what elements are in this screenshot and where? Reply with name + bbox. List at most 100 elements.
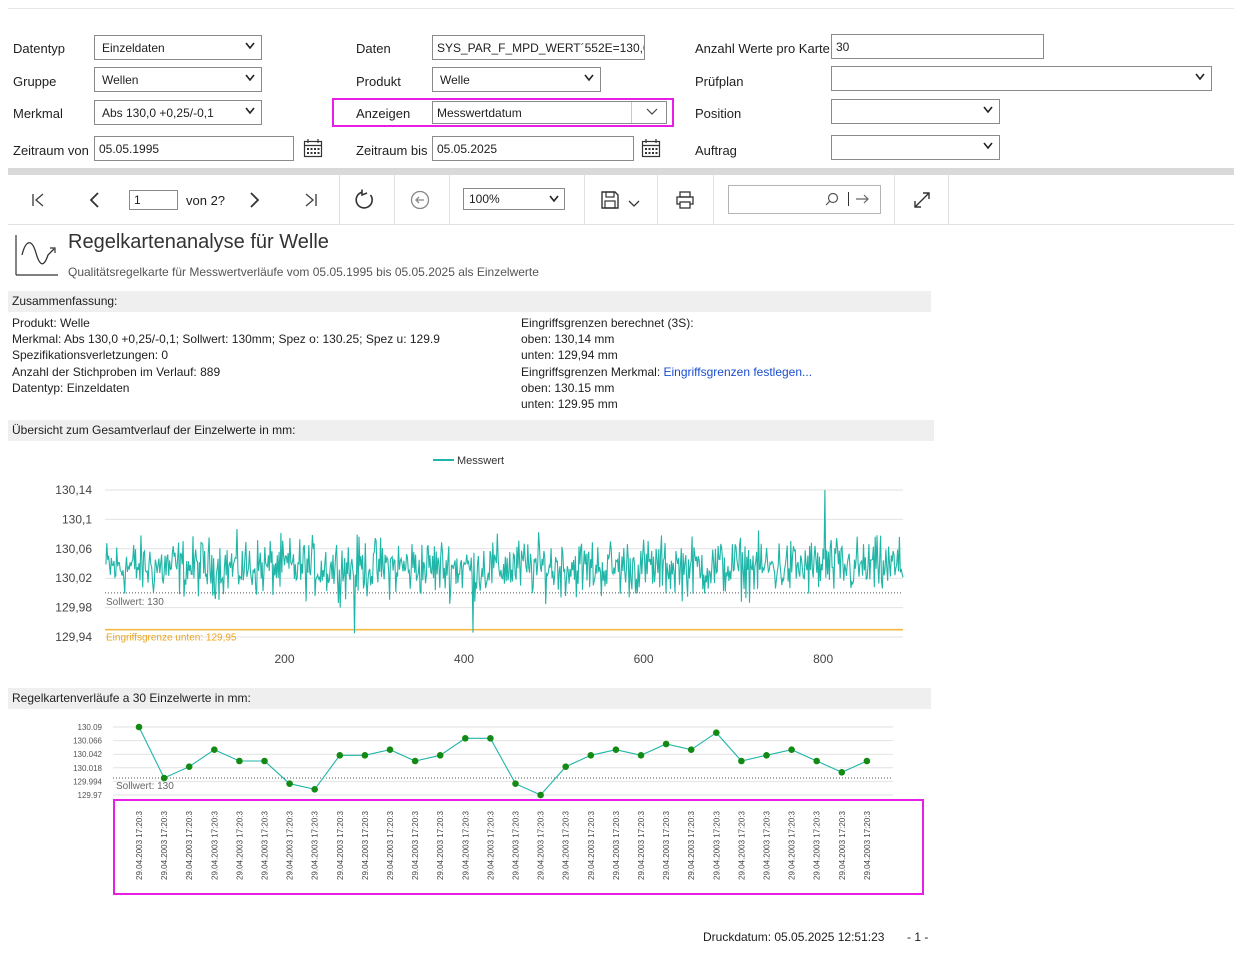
last-page-icon[interactable] (297, 186, 325, 214)
produkt-label: Produkt (356, 74, 401, 89)
toolbar-divider (894, 175, 895, 225)
data-point (336, 752, 344, 759)
position-label: Position (695, 106, 742, 121)
zoom-select[interactable]: 100% (463, 188, 565, 210)
data-point (763, 752, 770, 759)
zeitraum-von-input[interactable]: 05.05.1995 (94, 136, 294, 161)
summary-line: Datentyp: Einzeldaten (12, 380, 130, 395)
toolbar-divider (948, 175, 949, 225)
data-point (637, 752, 645, 759)
position-select[interactable] (831, 99, 1000, 124)
search-icon[interactable] (825, 192, 839, 209)
y-tick-label: 130,1 (62, 512, 92, 526)
y-tick-label: 130,02 (55, 571, 92, 585)
data-point (160, 774, 168, 782)
toolbar-divider (394, 175, 395, 225)
merkmal-value: Abs 130,0 +0,25/-0,1 (102, 106, 214, 120)
auftrag-select[interactable] (831, 135, 1000, 160)
toolbar-divider (713, 175, 714, 225)
zeitraum-bis-value: 05.05.2025 (437, 142, 498, 156)
gruppe-select[interactable]: Wellen (94, 67, 262, 92)
report-toolbar: 1 von 2? 100% (8, 175, 1234, 225)
filter-panel-divider (8, 168, 1234, 175)
fullscreen-icon[interactable] (908, 186, 936, 214)
produkt-value: Welle (440, 73, 470, 87)
chevron-down-icon (1195, 73, 1205, 82)
print-date: Druckdatum: 05.05.2025 12:51:23 (703, 930, 885, 944)
datentyp-value: Einzeldaten (102, 41, 165, 55)
data-point (537, 791, 544, 799)
merkmal-select[interactable]: Abs 130,0 +0,25/-0,1 (94, 100, 262, 125)
overview-chart: 130,14 130,1 130,06 130,02 129,98 129,94 200 40… (55, 455, 904, 666)
divider (631, 102, 632, 123)
data-point (562, 763, 569, 770)
x-tick-label: 800 (813, 652, 833, 666)
auftrag-label: Auftrag (695, 143, 737, 158)
summary-line: Merkmal: Abs 130,0 +0,25/-0,1; Sollwert:… (12, 332, 440, 347)
next-page-icon[interactable] (240, 186, 268, 214)
produkt-select[interactable]: Welle (432, 67, 601, 92)
data-point (411, 757, 419, 765)
datentyp-select[interactable]: Einzeldaten (94, 35, 262, 60)
daten-label: Daten (356, 41, 391, 56)
print-icon[interactable] (671, 186, 699, 214)
pruefplan-select[interactable] (831, 66, 1212, 91)
data-point (612, 746, 620, 753)
data-point (462, 735, 469, 742)
daten-input[interactable]: SYS_PAR_F_MPD_WERT´552E=130,0( (432, 35, 645, 60)
y-tick-label: 129.97 (78, 791, 103, 800)
calendar-icon[interactable] (641, 138, 661, 158)
toolbar-divider (657, 175, 658, 225)
zeitraum-von-value: 05.05.1995 (99, 142, 160, 156)
summary-line: oben: 130.15 mm (521, 381, 615, 395)
lower-limit-label: Eingriffsgrenze unten: 129,95 (106, 633, 237, 644)
summary-header: Zusammenfassung: (8, 291, 931, 312)
y-tick-label: 130.09 (78, 723, 103, 732)
toolbar-divider (584, 175, 585, 225)
data-point (361, 752, 369, 759)
sollwert-label: Sollwert: 130 (116, 781, 174, 792)
data-point (211, 746, 218, 753)
anzahl-label: Anzahl Werte pro Karte (695, 41, 830, 56)
previous-page-icon[interactable] (81, 186, 109, 214)
data-point (587, 752, 595, 759)
chart-report-icon (14, 233, 60, 280)
anzahl-input[interactable]: 30 (831, 34, 1044, 59)
calendar-icon[interactable] (303, 138, 323, 158)
gruppe-label: Gruppe (13, 74, 57, 89)
control-chart-header: Regelkartenverläufe a 30 Einzelwerte in … (8, 688, 931, 709)
zeitraum-von-label: Zeitraum von (13, 143, 89, 158)
chevron-down-icon (245, 107, 255, 116)
data-point (813, 757, 820, 765)
sollwert-label: Sollwert: 130 (106, 597, 164, 608)
arrow-right-icon[interactable] (855, 192, 871, 209)
anzeigen-label: Anzeigen (356, 106, 411, 121)
zoom-value: 100% (469, 192, 500, 206)
page-count-label: von 2? (186, 193, 226, 208)
data-point (185, 763, 193, 770)
data-point (286, 780, 293, 787)
y-tick-label: 129,98 (55, 601, 92, 615)
datentyp-label: Datentyp (13, 41, 66, 56)
y-tick-label: 129.994 (73, 777, 102, 786)
highlight-box-xlabels (113, 799, 924, 895)
first-page-icon[interactable] (24, 186, 52, 214)
toolbar-divider (339, 175, 340, 225)
data-point (236, 757, 243, 765)
divider (848, 192, 849, 206)
chevron-down-icon (245, 74, 255, 83)
page-number: - 1 - (907, 930, 929, 944)
data-point (135, 723, 143, 731)
search-input[interactable] (728, 185, 881, 214)
chevron-down-icon (983, 106, 993, 115)
chevron-down-icon[interactable] (620, 190, 648, 218)
report-subtitle: Qualitätsregelkarte für Messwertverläufe… (68, 265, 539, 279)
page-number-input[interactable]: 1 (129, 190, 178, 210)
back-to-parent-icon[interactable] (406, 186, 434, 214)
series-line (138, 726, 868, 796)
zeitraum-bis-input[interactable]: 05.05.2025 (432, 136, 634, 161)
report-title: Regelkartenanalyse für Welle (68, 231, 329, 253)
eingriffsgrenzen-link[interactable]: Eingriffsgrenzen festlegen... (664, 365, 813, 379)
refresh-icon[interactable] (351, 186, 379, 214)
anzeigen-select[interactable]: Messwertdatum (432, 101, 667, 124)
